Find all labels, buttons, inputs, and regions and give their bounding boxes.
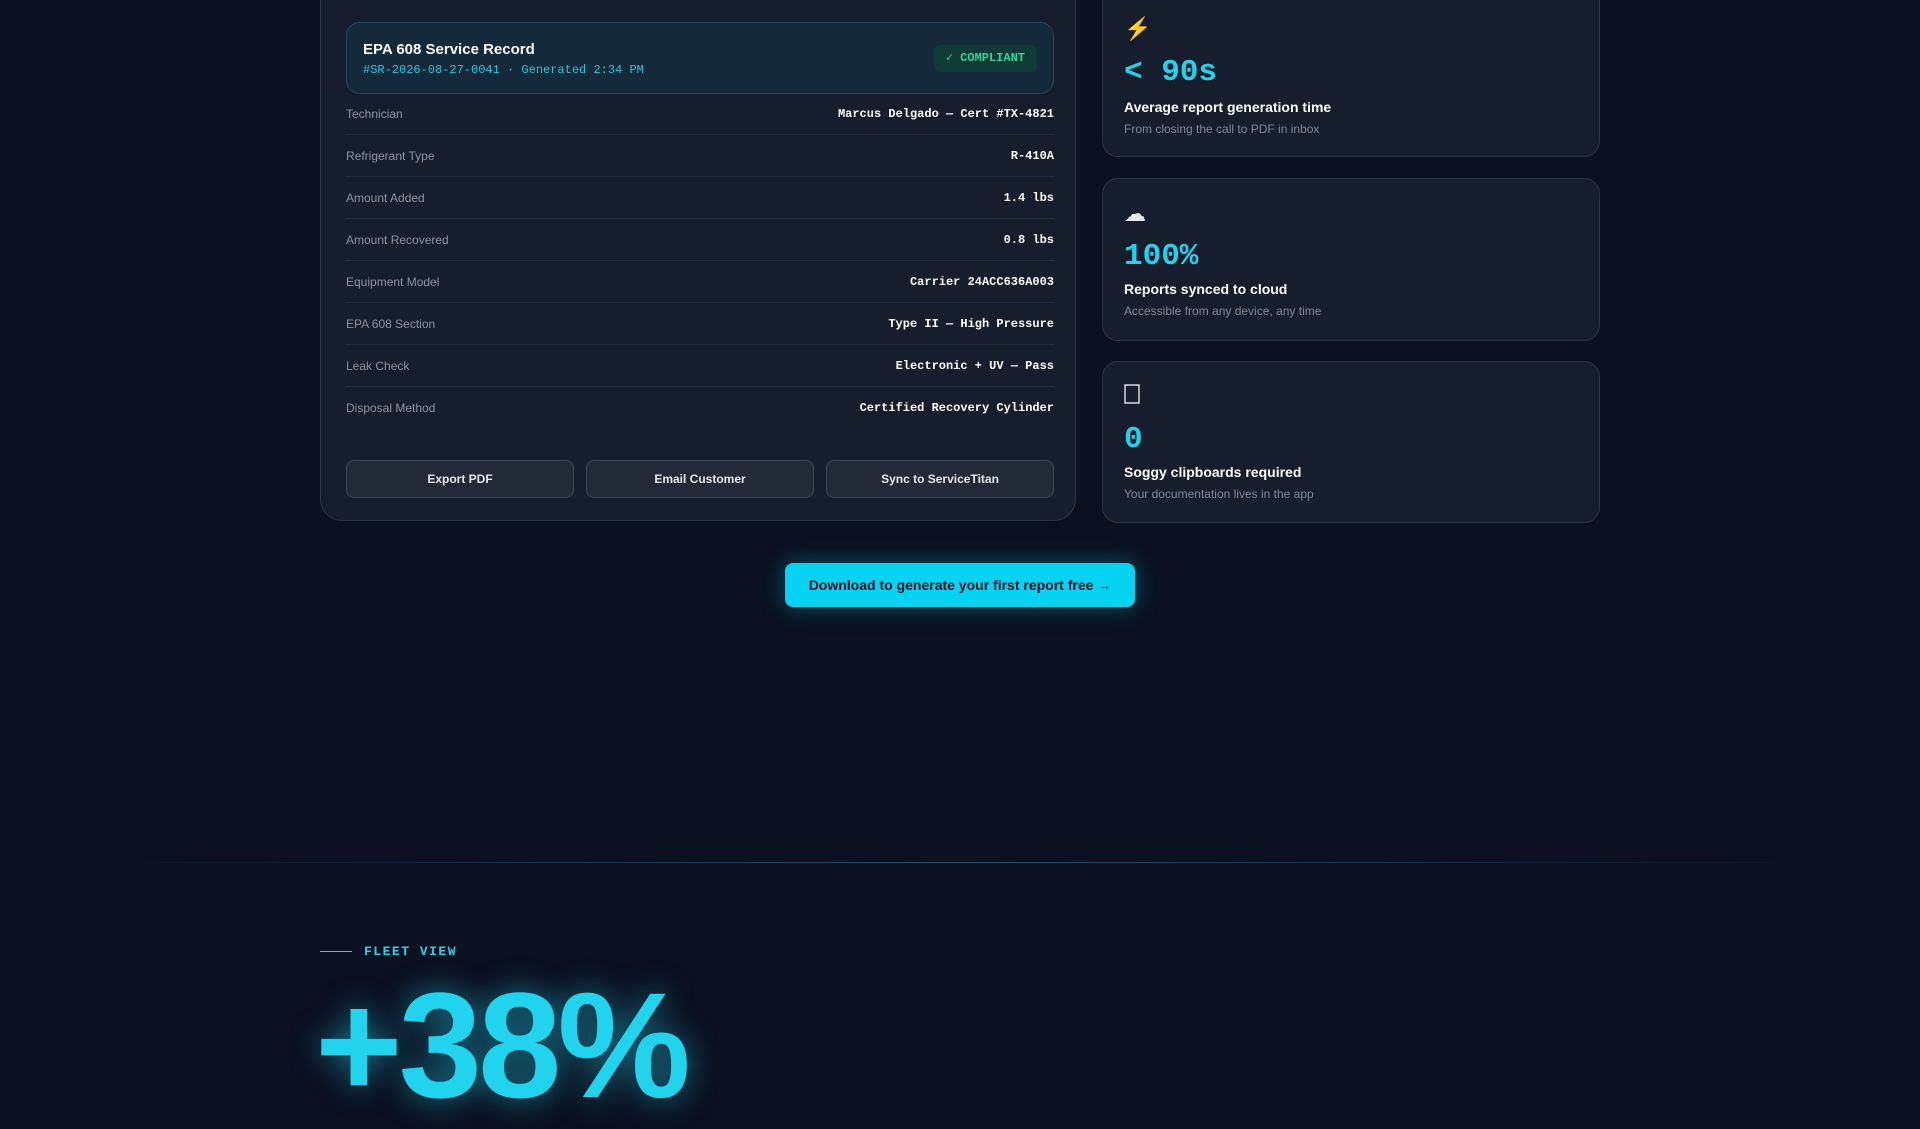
- stat-description: Accessible from any device, any time: [1124, 304, 1322, 318]
- stat-title: Soggy clipboards required: [1124, 464, 1302, 480]
- stat-value: 100%: [1124, 239, 1199, 274]
- export-pdf-button[interactable]: Export PDF: [346, 460, 574, 498]
- stat-value: < 90s: [1124, 55, 1218, 90]
- record-row-leak-check: Leak Check Electronic + UV — Pass: [346, 345, 1054, 387]
- stat-card-cloud-sync: ☁ 100% Reports synced to cloud Accessibl…: [1102, 178, 1600, 341]
- service-record-card: EPA 608 Service Record #SR-2026-08-27-00…: [320, 0, 1076, 521]
- fleet-big-stat: +38%: [315, 961, 691, 1129]
- stat-description: From closing the call to PDF in inbox: [1124, 122, 1320, 136]
- stat-card-clipboards: 0 Soggy clipboards required Your documen…: [1102, 361, 1600, 523]
- record-row-amount-recovered: Amount Recovered 0.8 lbs: [346, 219, 1054, 261]
- row-value: 0.8 lbs: [1003, 232, 1054, 247]
- row-value: Marcus Delgado — Cert #TX-4821: [837, 106, 1054, 121]
- record-subtitle: #SR-2026-08-27-0041 · Generated 2:34 PM: [363, 63, 644, 77]
- row-label: Amount Recovered: [346, 232, 449, 247]
- row-value: Certified Recovery Cylinder: [859, 400, 1054, 415]
- row-label: Leak Check: [346, 358, 410, 373]
- stat-title: Reports synced to cloud: [1124, 281, 1288, 297]
- row-label: Disposal Method: [346, 400, 436, 415]
- eyebrow-line: [320, 951, 352, 952]
- stat-description: Your documentation lives in the app: [1124, 487, 1314, 501]
- sync-servicetitan-button[interactable]: Sync to ServiceTitan: [826, 460, 1054, 498]
- record-row-amount-added: Amount Added 1.4 lbs: [346, 177, 1054, 219]
- record-actions: Export PDF Email Customer Sync to Servic…: [346, 460, 1054, 498]
- record-row-epa-section: EPA 608 Section Type II — High Pressure: [346, 303, 1054, 345]
- stat-title: Average report generation time: [1124, 99, 1332, 115]
- download-cta-button[interactable]: Download to generate your first report f…: [785, 563, 1135, 607]
- row-value: Type II — High Pressure: [888, 316, 1054, 331]
- record-fields: Technician Marcus Delgado — Cert #TX-482…: [346, 93, 1054, 428]
- row-label: Technician: [346, 106, 403, 121]
- record-row-refrigerant-type: Refrigerant Type R-410A: [346, 135, 1054, 177]
- row-label: Equipment Model: [346, 274, 440, 289]
- row-value: Electronic + UV — Pass: [895, 358, 1054, 373]
- row-label: Amount Added: [346, 190, 425, 205]
- compliant-badge: ✓ COMPLIANT: [933, 45, 1037, 72]
- stat-card-generation-time: ⚡ < 90s Average report generation time F…: [1102, 0, 1600, 157]
- email-customer-button[interactable]: Email Customer: [586, 460, 814, 498]
- fleet-view-eyebrow: FLEET VIEW: [364, 944, 458, 959]
- clipboard-icon: [1124, 384, 1140, 404]
- section-divider: [100, 862, 1820, 863]
- row-label: Refrigerant Type: [346, 148, 435, 163]
- service-record-header: EPA 608 Service Record #SR-2026-08-27-00…: [346, 22, 1054, 94]
- lightning-icon: ⚡: [1124, 16, 1152, 41]
- row-value: 1.4 lbs: [1003, 190, 1054, 205]
- record-row-disposal-method: Disposal Method Certified Recovery Cylin…: [346, 387, 1054, 428]
- cloud-icon: ☁: [1124, 201, 1146, 226]
- record-row-technician: Technician Marcus Delgado — Cert #TX-482…: [346, 93, 1054, 135]
- row-value: Carrier 24ACC636A003: [909, 274, 1054, 289]
- record-title: EPA 608 Service Record: [363, 41, 535, 58]
- stat-value: 0: [1124, 422, 1143, 457]
- row-value: R-410A: [1010, 148, 1054, 163]
- row-label: EPA 608 Section: [346, 316, 436, 331]
- record-row-equipment-model: Equipment Model Carrier 24ACC636A003: [346, 261, 1054, 303]
